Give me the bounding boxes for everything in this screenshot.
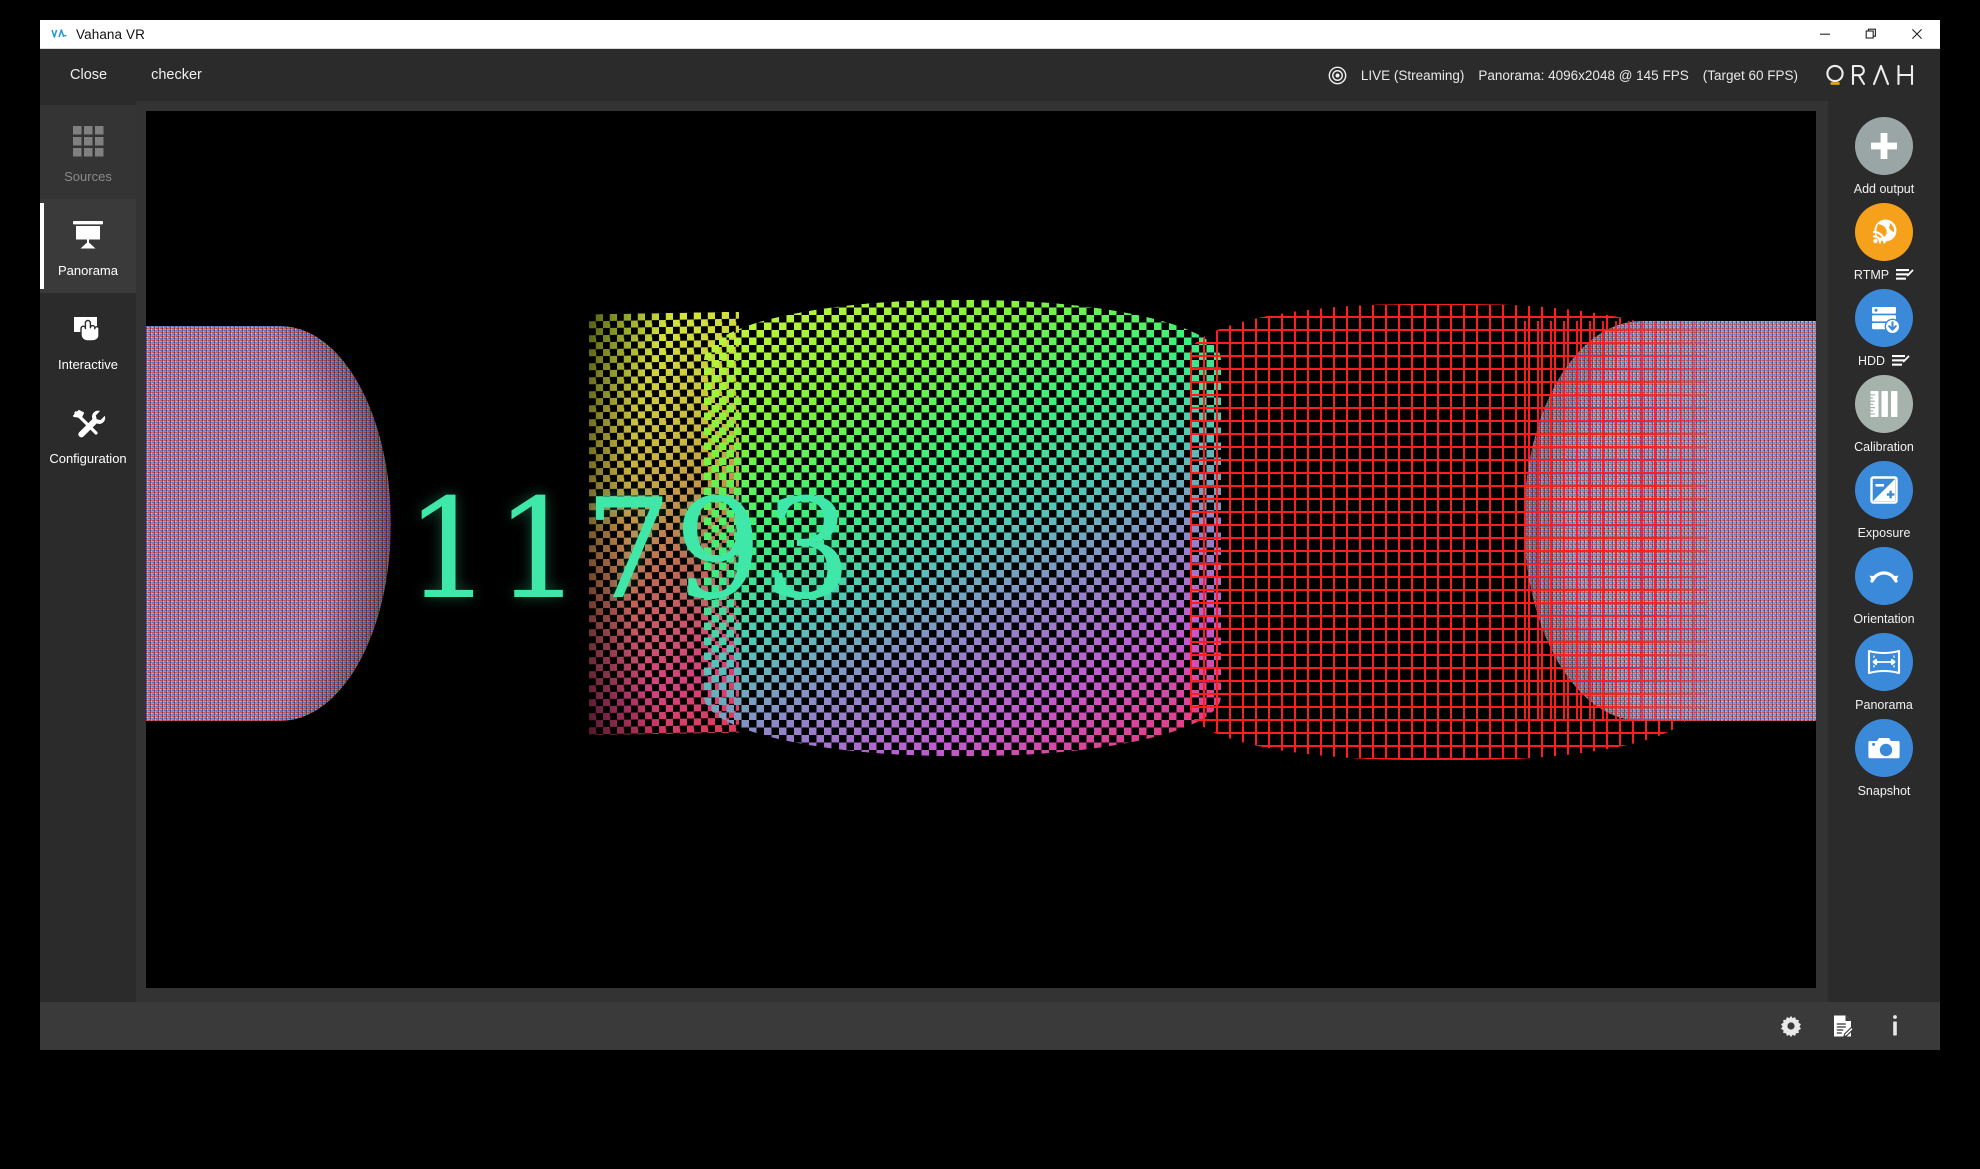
- output-label-row: RTMP: [1854, 266, 1914, 284]
- output-label: Exposure: [1857, 525, 1911, 540]
- output-label: RTMP: [1853, 267, 1890, 282]
- project-name-button[interactable]: checker: [137, 61, 216, 89]
- output-label-row: Calibration: [1854, 438, 1914, 456]
- live-status-label: LIVE (Streaming): [1360, 67, 1465, 83]
- title-bar: Vahana VR: [40, 20, 1940, 49]
- sidebar-item-label: Sources: [64, 169, 112, 184]
- action-panorama[interactable]: Panorama: [1828, 633, 1940, 714]
- edit-list-icon[interactable]: [1892, 354, 1910, 368]
- sidebar-item-sources[interactable]: Sources: [40, 105, 136, 199]
- restore-icon[interactable]: [1848, 20, 1894, 48]
- globe-rss-icon: [1855, 203, 1913, 261]
- output-label: Orientation: [1853, 611, 1915, 626]
- source-panel-noise-left: [146, 325, 392, 721]
- output-label: HDD: [1857, 353, 1886, 368]
- action-calibration[interactable]: Calibration: [1828, 375, 1940, 456]
- action-orientation[interactable]: Orientation: [1828, 547, 1940, 628]
- settings-gear-icon[interactable]: [1780, 1014, 1802, 1038]
- application-window: Vahana VR Close checker LIVE (Streaming)…: [40, 20, 1940, 1050]
- output-label-row: Add output: [1854, 180, 1914, 198]
- frame-counter-overlay: 11793: [404, 468, 854, 630]
- camera-icon: [1855, 719, 1913, 777]
- sidebar-item-panorama[interactable]: Panorama: [40, 199, 136, 293]
- vahana-logo-icon: [51, 26, 67, 42]
- window-title: Vahana VR: [76, 26, 145, 42]
- orah-brand-logo: [1824, 62, 1916, 88]
- status-cluster: LIVE (Streaming) Panorama: 4096x2048 @ 1…: [1328, 66, 1798, 85]
- body-row: Sources Panorama Interactive Configurati…: [40, 101, 1940, 1002]
- sidebar-item-configuration[interactable]: Configuration: [40, 387, 136, 481]
- panorama-viewport[interactable]: 11793: [146, 111, 1816, 988]
- panorama-icon: [1855, 633, 1913, 691]
- output-label-row: Exposure: [1858, 524, 1911, 542]
- ruler-icon: [1855, 375, 1913, 433]
- target-fps-label: (Target 60 FPS): [1702, 67, 1798, 83]
- close-button[interactable]: Close: [56, 61, 121, 89]
- server-download-icon: [1855, 289, 1913, 347]
- output-label-row: Orientation: [1853, 610, 1914, 628]
- action-exposure[interactable]: Exposure: [1828, 461, 1940, 542]
- viewport-container: 11793: [136, 101, 1828, 1002]
- status-bar: [40, 1002, 1940, 1050]
- app-header: Close checker LIVE (Streaming) Panorama:…: [40, 49, 1940, 101]
- left-navigation-rail: Sources Panorama Interactive Configurati…: [40, 101, 136, 1002]
- minimize-icon[interactable]: [1802, 20, 1848, 48]
- output-label: Snapshot: [1857, 783, 1911, 798]
- hand-screen-icon: [67, 309, 109, 349]
- record-target-icon: [1328, 66, 1347, 85]
- close-icon[interactable]: [1894, 20, 1940, 48]
- output-label-row: Snapshot: [1858, 782, 1911, 800]
- sidebar-item-label: Panorama: [58, 263, 118, 278]
- edit-list-icon[interactable]: [1896, 268, 1914, 282]
- output-label: Panorama: [1855, 697, 1913, 712]
- log-document-icon[interactable]: [1832, 1014, 1854, 1038]
- plus-icon: [1855, 117, 1913, 175]
- info-icon[interactable]: [1884, 1014, 1906, 1038]
- projector-icon: [67, 215, 109, 255]
- sidebar-item-label: Configuration: [49, 451, 127, 466]
- source-panel-grid-red-overlap: [1523, 321, 1708, 721]
- output-label-row: HDD: [1858, 352, 1910, 370]
- output-actions-rail: Add output RTMP HDD Calibration Exposure…: [1828, 101, 1940, 1002]
- tools-icon: [67, 403, 109, 443]
- output-label: Add output: [1853, 181, 1915, 196]
- exposure-icon: [1855, 461, 1913, 519]
- rotate-arc-icon: [1855, 547, 1913, 605]
- grid-icon: [67, 121, 109, 161]
- output-label: Calibration: [1854, 439, 1914, 454]
- output-hdd[interactable]: HDD: [1828, 289, 1940, 370]
- output-rtmp[interactable]: RTMP: [1828, 203, 1940, 284]
- action-snapshot[interactable]: Snapshot: [1828, 719, 1940, 800]
- sidebar-item-interactive[interactable]: Interactive: [40, 293, 136, 387]
- sidebar-item-label: Interactive: [58, 357, 118, 372]
- output-label-row: Panorama: [1855, 696, 1913, 714]
- add-output-button[interactable]: Add output: [1828, 117, 1940, 198]
- panorama-info-label: Panorama: 4096x2048 @ 145 FPS: [1478, 67, 1689, 83]
